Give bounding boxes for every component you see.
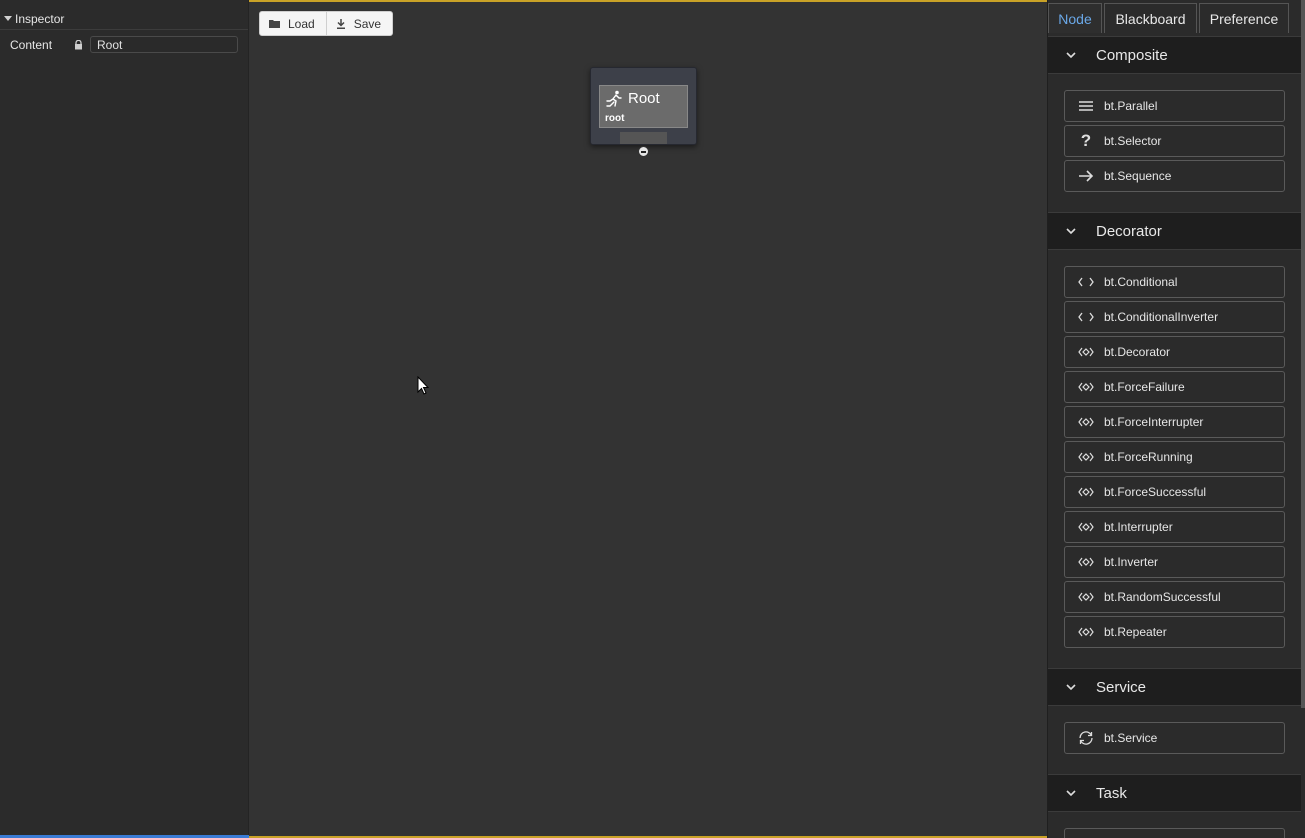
node-item-conditional[interactable]: bt.Conditional — [1064, 266, 1285, 298]
diamond-brackets-icon — [1075, 484, 1097, 500]
mouse-cursor-icon — [417, 376, 429, 395]
section-service-title: Service — [1096, 678, 1147, 696]
node-item-label: bt.ForceRunning — [1104, 450, 1193, 464]
tab-blackboard[interactable]: Blackboard — [1104, 3, 1197, 33]
node-item-label: bt.Selector — [1104, 134, 1162, 148]
node-item-parallel[interactable]: bt.Parallel — [1064, 90, 1285, 122]
node-item-label: bt.Inverter — [1104, 555, 1159, 569]
lock-icon[interactable] — [74, 40, 83, 50]
inspector-panel: Inspector Content — [0, 0, 249, 838]
node-item-label: bt.Repeater — [1104, 625, 1167, 639]
diamond-brackets-icon — [1075, 554, 1097, 570]
refresh-icon — [1075, 730, 1097, 746]
section-decorator-title: Decorator — [1096, 222, 1162, 240]
save-label: Save — [353, 16, 382, 31]
panel-tabs: Node Blackboard Preference — [1048, 3, 1291, 33]
section-composite-title: Composite — [1096, 46, 1168, 64]
diamond-brackets-icon — [1075, 414, 1097, 430]
save-button[interactable]: Save — [325, 12, 392, 35]
load-button[interactable]: Load — [260, 12, 326, 35]
node-item-label: bt.ForceInterrupter — [1104, 415, 1204, 429]
section-task[interactable]: Task — [1048, 774, 1301, 812]
download-icon — [336, 18, 345, 29]
diamond-brackets-icon — [1075, 589, 1097, 605]
chevron-down-icon — [1066, 52, 1076, 59]
diamond-brackets-icon — [1075, 519, 1097, 535]
node-item-random-successful[interactable]: bt.RandomSuccessful — [1064, 581, 1285, 613]
load-label: Load — [288, 16, 315, 31]
collapse-icon[interactable] — [638, 146, 649, 157]
node-item-conditional-inverter[interactable]: bt.ConditionalInverter — [1064, 301, 1285, 333]
chevron-down-icon — [1066, 790, 1076, 797]
tab-preference[interactable]: Preference — [1199, 3, 1289, 33]
diamond-brackets-icon — [1075, 449, 1097, 465]
chevron-down-icon — [1066, 684, 1076, 691]
node-item-label: bt.Decorator — [1104, 345, 1171, 359]
arrow-right-icon — [1075, 168, 1097, 184]
node-item-force-interrupter[interactable]: bt.ForceInterrupter — [1064, 406, 1285, 438]
section-service[interactable]: Service — [1048, 668, 1301, 706]
node-item-service[interactable]: bt.Service — [1064, 722, 1285, 754]
node-item-selector[interactable]: ? bt.Selector — [1064, 125, 1285, 157]
chevron-down-icon — [1066, 228, 1076, 235]
inspector-title: Inspector — [15, 11, 65, 26]
node-item-force-successful[interactable]: bt.ForceSuccessful — [1064, 476, 1285, 508]
node-item-decorator[interactable]: bt.Decorator — [1064, 336, 1285, 368]
diamond-brackets-icon — [1075, 379, 1097, 395]
node-item-label: bt.Interrupter — [1104, 520, 1173, 534]
node-item-label: bt.Service — [1104, 731, 1158, 745]
node-item-label: bt.Conditional — [1104, 275, 1178, 289]
panel-scrollbar[interactable] — [1301, 0, 1305, 708]
node-item-task-partial[interactable] — [1064, 828, 1285, 838]
node-item-label: bt.ForceFailure — [1104, 380, 1185, 394]
node-item-label: bt.ForceSuccessful — [1104, 485, 1207, 499]
caret-down-icon — [4, 16, 12, 21]
section-composite[interactable]: Composite — [1048, 36, 1301, 74]
code-brackets-icon — [1075, 309, 1097, 325]
node-item-sequence[interactable]: bt.Sequence — [1064, 160, 1285, 192]
content-input[interactable] — [90, 36, 238, 53]
node-item-label: bt.Sequence — [1104, 169, 1172, 183]
root-node[interactable]: Root root — [590, 67, 697, 157]
question-mark-icon: ? — [1080, 131, 1092, 150]
section-task-title: Task — [1096, 784, 1127, 802]
diamond-brackets-icon — [1075, 344, 1097, 360]
node-palette-panel: Node Blackboard Preference Composite bt.… — [1047, 0, 1305, 838]
diamond-brackets-icon — [1075, 624, 1097, 640]
root-node-name: Root — [628, 90, 660, 107]
node-item-interrupter[interactable]: bt.Interrupter — [1064, 511, 1285, 543]
output-port[interactable] — [620, 132, 667, 144]
node-item-label: bt.ConditionalInverter — [1104, 310, 1219, 324]
code-brackets-icon — [1075, 274, 1097, 290]
root-node-type: root — [605, 113, 625, 124]
tab-node[interactable]: Node — [1048, 3, 1102, 33]
node-item-repeater[interactable]: bt.Repeater — [1064, 616, 1285, 648]
inspector-content-row: Content — [0, 34, 249, 56]
running-person-icon — [606, 90, 622, 107]
parallel-icon — [1075, 98, 1097, 114]
node-item-force-running[interactable]: bt.ForceRunning — [1064, 441, 1285, 473]
node-item-inverter[interactable]: bt.Inverter — [1064, 546, 1285, 578]
content-label: Content — [10, 38, 53, 52]
inspector-header[interactable]: Inspector — [0, 0, 248, 30]
node-item-force-failure[interactable]: bt.ForceFailure — [1064, 371, 1285, 403]
section-decorator[interactable]: Decorator — [1048, 212, 1301, 250]
file-toolbar: Load Save — [259, 11, 394, 36]
node-item-label: bt.RandomSuccessful — [1104, 590, 1221, 604]
node-item-label: bt.Parallel — [1104, 99, 1158, 113]
root-node-body: Root root — [599, 85, 688, 128]
folder-icon — [269, 20, 280, 28]
